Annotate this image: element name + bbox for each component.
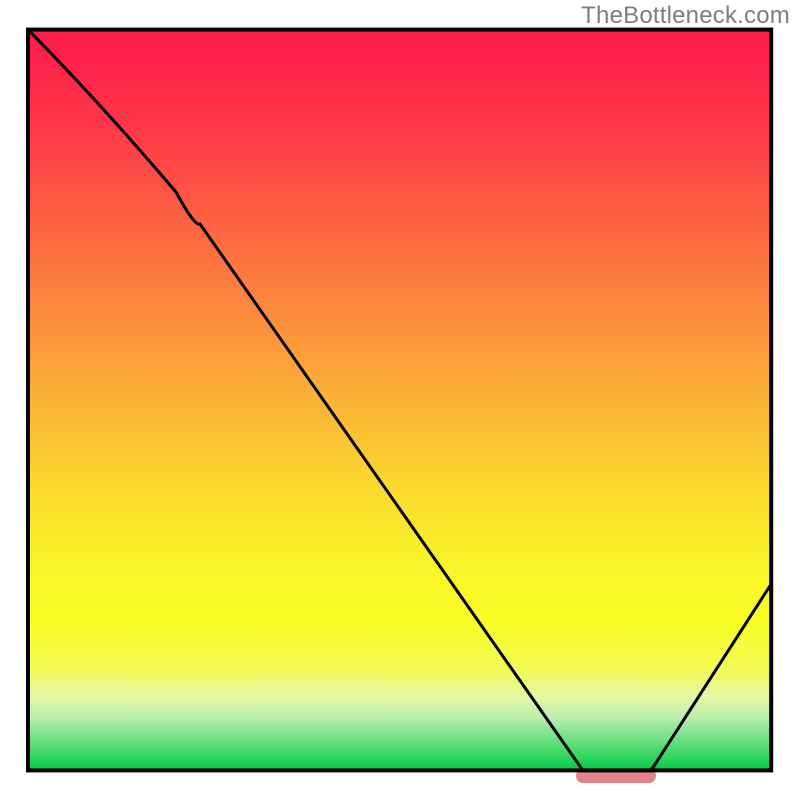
- bottleneck-chart: [0, 0, 800, 800]
- chart-container: TheBottleneck.com: [0, 0, 800, 800]
- gradient-background: [28, 30, 771, 771]
